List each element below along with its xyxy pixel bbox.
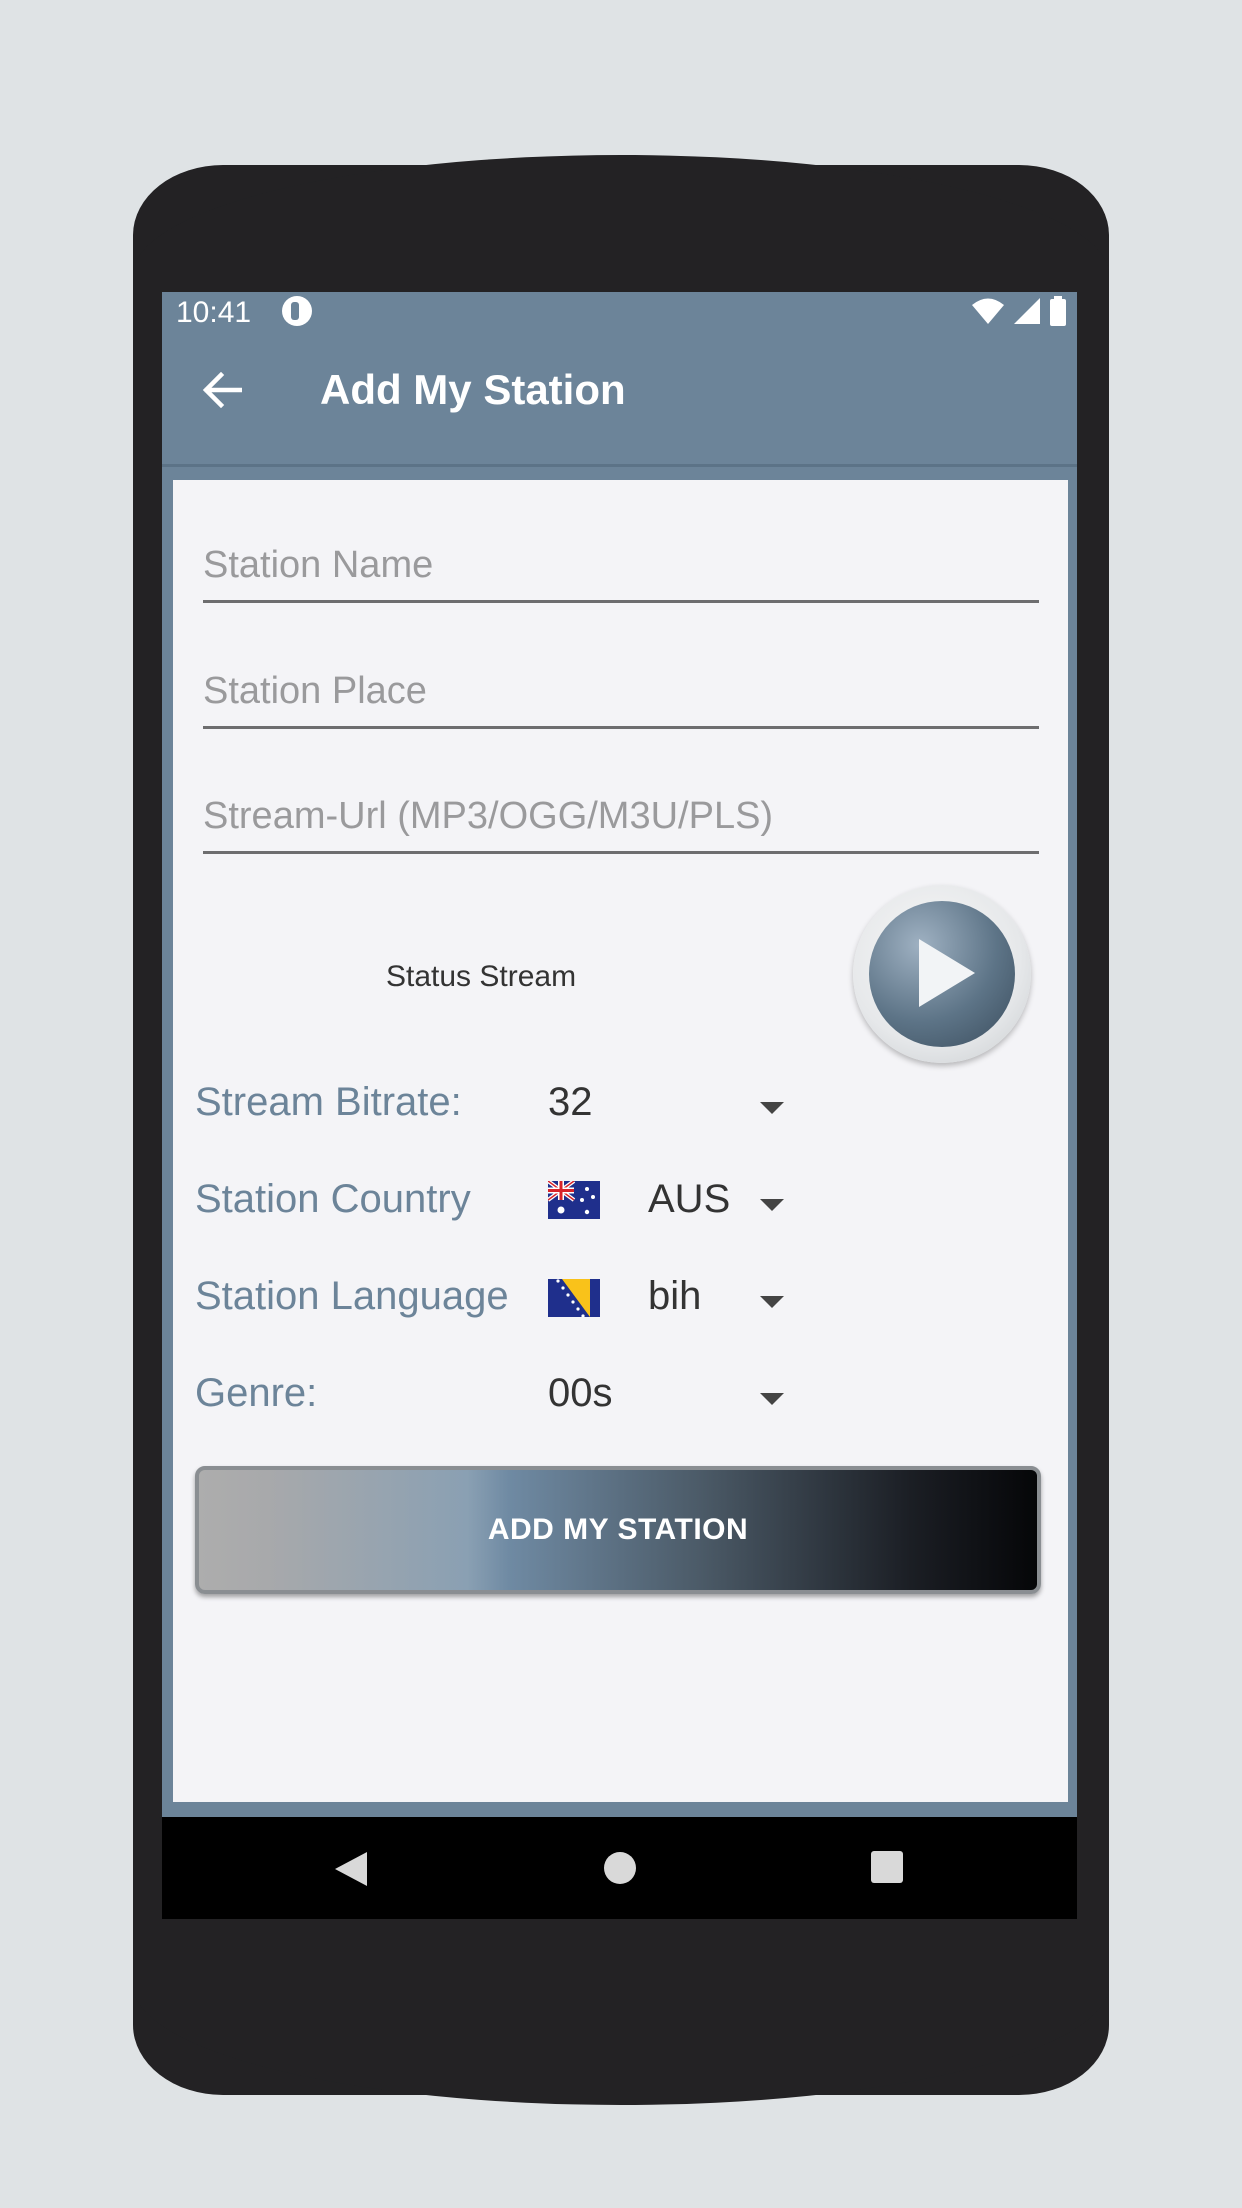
play-button-face	[869, 901, 1015, 1047]
system-navigation-bar	[162, 1817, 1077, 1919]
chevron-down-icon	[760, 1102, 784, 1114]
station-name-input[interactable]	[203, 530, 1039, 600]
chevron-down-icon	[760, 1199, 784, 1211]
status-bar: 10:41	[162, 292, 1077, 332]
station-name-field	[203, 530, 1039, 603]
nav-recents-icon[interactable]	[870, 1850, 904, 1884]
play-icon	[919, 939, 975, 1007]
status-icons	[971, 296, 1067, 326]
signal-icon	[1014, 298, 1040, 324]
add-my-station-button[interactable]: ADD MY STATION	[195, 1466, 1041, 1594]
back-button[interactable]	[192, 360, 252, 420]
australia-flag-icon	[548, 1181, 600, 1219]
phone-screen: 10:41 Add My Station Station Name Statio…	[162, 292, 1077, 1919]
station-place-field	[203, 656, 1039, 729]
wifi-icon	[972, 298, 1004, 324]
nav-home-icon[interactable]	[602, 1850, 638, 1886]
chevron-down-icon	[760, 1393, 784, 1405]
language-label: Station Language	[195, 1274, 509, 1318]
add-station-form: Status Stream Stream Bitrate: 32 Station…	[173, 480, 1068, 1802]
app-bar-divider	[162, 464, 1077, 467]
status-time: 10:41	[176, 296, 252, 329]
battery-icon	[1050, 296, 1066, 326]
stream-url-field	[203, 781, 1039, 854]
stream-url-input[interactable]	[203, 781, 1039, 851]
language-value: bih	[648, 1274, 702, 1318]
country-label: Station Country	[195, 1177, 471, 1221]
arrow-left-icon	[202, 372, 242, 408]
app-notification-icon	[282, 296, 312, 326]
station-place-input[interactable]	[203, 656, 1039, 726]
play-stream-button[interactable]	[853, 885, 1031, 1063]
bitrate-value: 32	[548, 1080, 593, 1124]
add-my-station-label: ADD MY STATION	[487, 1513, 749, 1546]
genre-label: Genre:	[195, 1371, 318, 1415]
bosnia-flag-icon	[548, 1279, 600, 1317]
app-bar: Add My Station	[162, 332, 1077, 458]
nav-back-icon[interactable]	[333, 1850, 369, 1888]
status-stream-label: Status Stream	[386, 960, 577, 993]
genre-value: 00s	[548, 1371, 613, 1415]
bitrate-label: Stream Bitrate:	[195, 1080, 462, 1124]
chevron-down-icon	[760, 1296, 784, 1308]
country-value: AUS	[648, 1177, 731, 1221]
page-title: Add My Station	[320, 366, 626, 413]
